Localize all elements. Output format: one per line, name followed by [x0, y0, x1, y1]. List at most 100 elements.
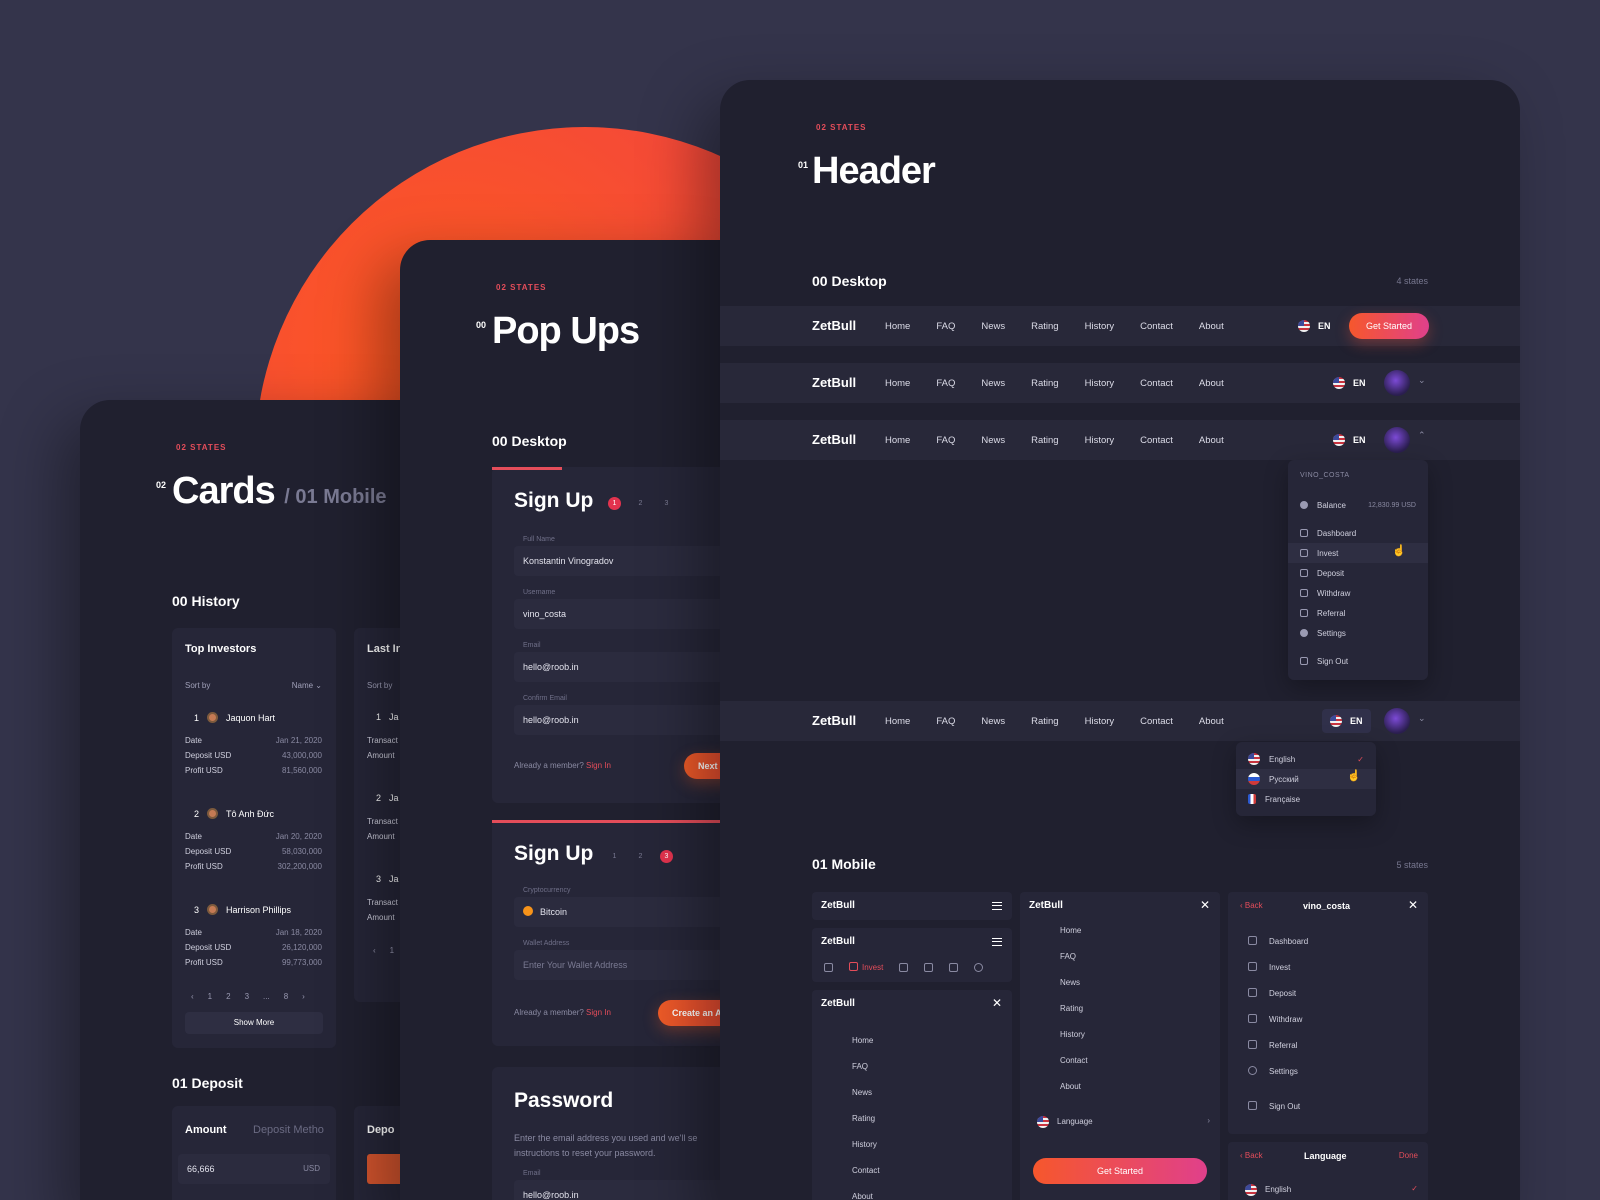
nav-link-history[interactable]: History: [1085, 321, 1115, 332]
nav-link-home[interactable]: Home: [885, 321, 910, 332]
menu-item-settings[interactable]: Settings: [1300, 623, 1416, 643]
pointer-cursor-icon: ☝: [1347, 770, 1361, 782]
gear-icon[interactable]: [974, 962, 984, 972]
nav-link-rating[interactable]: Rating: [1031, 321, 1058, 332]
email-field[interactable]: hello@roob.in: [514, 1180, 740, 1200]
nav-link-faq[interactable]: FAQ: [936, 321, 955, 332]
avatar: [207, 808, 219, 819]
popup-title: Sign Up: [514, 489, 594, 512]
chevron-down-icon: ⌄: [315, 681, 322, 690]
link-icon[interactable]: [949, 962, 959, 972]
get-started-button[interactable]: Get Started: [1349, 313, 1429, 339]
card-title: Top Investors: [185, 643, 257, 655]
chevron-down-icon[interactable]: ⌄: [1418, 375, 1426, 386]
hamburger-icon[interactable]: [992, 902, 1002, 910]
confirm-email-field[interactable]: hello@roob.in: [514, 705, 740, 735]
amount-field[interactable]: 66,666 USD: [178, 1154, 330, 1184]
states-label: 02 STATES: [176, 443, 227, 452]
briefcase-icon: [1300, 549, 1308, 557]
lang-option-french[interactable]: Française: [1248, 789, 1364, 809]
show-more-button[interactable]: Show More: [185, 1012, 323, 1034]
username-field[interactable]: vino_costa: [514, 599, 740, 629]
tab-amount[interactable]: Amount: [185, 1124, 227, 1136]
language-row[interactable]: Language ›: [1037, 1116, 1210, 1128]
dashboard-icon: [1248, 936, 1257, 945]
step-indicator: 1: [608, 497, 621, 510]
pointer-cursor-icon: ☝: [1392, 545, 1406, 557]
email-field[interactable]: hello@roob.in: [514, 652, 740, 682]
list-item: 1 Ja: [376, 712, 399, 722]
sign-out-icon: [1248, 1101, 1257, 1110]
header-panel: 02 STATES 01 Header 00 Desktop 4 states …: [720, 80, 1520, 1200]
briefcase-icon: [1248, 962, 1257, 971]
menu-item-withdraw[interactable]: Withdraw: [1300, 583, 1416, 603]
mobile-tab-row: Invest: [824, 962, 984, 972]
avatar[interactable]: [1384, 708, 1410, 734]
avatar[interactable]: [1384, 370, 1410, 396]
header-nav-lang-menu-open: ZetBull Home FAQ News Rating History Con…: [720, 701, 1520, 741]
tab-invest[interactable]: Invest: [849, 962, 883, 972]
tab-deposit-method[interactable]: Deposit Metho: [253, 1124, 324, 1136]
back-button[interactable]: ‹ Back: [1240, 901, 1263, 910]
dashboard-icon[interactable]: [824, 962, 833, 972]
done-button[interactable]: Done: [1399, 1151, 1418, 1160]
header-nav-user: ZetBull Home FAQ News Rating History Con…: [720, 363, 1520, 403]
states-label: 02 STATES: [496, 283, 547, 292]
progress-bar: [492, 467, 562, 470]
logo[interactable]: ZetBull: [812, 318, 856, 333]
cards-panel: 02 STATES 02 Cards / 01 Mobile 00 Histor…: [80, 400, 440, 1200]
lang-option-english[interactable]: English ✓: [1245, 1184, 1418, 1196]
get-started-button[interactable]: Get Started: [1033, 1158, 1207, 1184]
link-icon: [1300, 609, 1308, 617]
card-icon[interactable]: [899, 962, 909, 972]
desktop-heading: 00 Desktop: [812, 273, 887, 289]
states-count: 5 states: [1396, 860, 1428, 870]
language-switcher[interactable]: EN: [1333, 363, 1366, 403]
pagination[interactable]: ‹ 1: [373, 946, 394, 955]
balance-row: Balance 12,830.99 USD: [1300, 495, 1416, 515]
chevron-up-icon[interactable]: ⌃: [1418, 430, 1426, 441]
sort-label: Sort by: [185, 681, 211, 690]
pagination[interactable]: ‹ 1 2 3 ... 8 ›: [191, 992, 305, 1001]
lang-option-english[interactable]: English ✓: [1248, 749, 1364, 769]
wallet-address-input[interactable]: Enter Your Wallet Address: [514, 950, 740, 980]
menu-item-invest[interactable]: Invest: [1288, 543, 1428, 563]
nav-link-news[interactable]: News: [981, 321, 1005, 332]
menu-item-dashboard[interactable]: Dashboard: [1300, 523, 1416, 543]
deposit-heading: 01 Deposit: [172, 1075, 243, 1091]
language-switcher[interactable]: EN: [1322, 709, 1371, 733]
menu-item-deposit[interactable]: Deposit: [1300, 563, 1416, 583]
nav-link-about[interactable]: About: [1199, 321, 1224, 332]
ru-flag-icon: [1248, 773, 1260, 785]
investor-row: 2 Tô Anh Đức: [194, 808, 275, 819]
download-icon: [1300, 589, 1308, 597]
mobile-user-menu: ‹ Back vino_costa ✕ Dashboard Invest Dep…: [1228, 892, 1428, 1134]
sign-in-link[interactable]: Sign In: [586, 1008, 611, 1017]
close-icon[interactable]: ✕: [992, 996, 1002, 1010]
link-icon: [1248, 1040, 1257, 1049]
download-icon[interactable]: [924, 962, 934, 972]
cryptocurrency-select[interactable]: Bitcoin: [514, 897, 740, 927]
close-icon[interactable]: ✕: [1200, 898, 1210, 912]
signup-step1-popup: Sign Up 1 2 3 Full Name Konstantin Vinog…: [492, 467, 740, 803]
close-icon[interactable]: ✕: [1408, 898, 1418, 912]
back-button[interactable]: ‹ Back: [1240, 1151, 1263, 1160]
chevron-down-icon[interactable]: ⌄: [1418, 713, 1426, 724]
language-switcher[interactable]: EN: [1333, 420, 1366, 460]
hamburger-icon[interactable]: [992, 938, 1002, 946]
language-switcher[interactable]: EN: [1298, 306, 1331, 346]
fr-flag-icon: [1248, 794, 1256, 804]
sign-in-link[interactable]: Sign In: [586, 761, 611, 770]
nav-link-contact[interactable]: Contact: [1140, 321, 1173, 332]
avatar[interactable]: [1384, 427, 1410, 453]
check-icon: ✓: [1357, 754, 1364, 764]
desktop-heading: 00 Desktop: [492, 433, 567, 449]
us-flag-icon: [1245, 1184, 1257, 1196]
menu-item-sign-out[interactable]: Sign Out: [1300, 651, 1416, 671]
fullname-field[interactable]: Konstantin Vinogradov: [514, 546, 740, 576]
sort-dropdown[interactable]: Name ⌄: [292, 681, 322, 690]
menu-item-referral[interactable]: Referral: [1300, 603, 1416, 623]
user-menu-username: VINO_COSTA: [1300, 471, 1350, 479]
list-item: 3 Ja: [376, 874, 399, 884]
mobile-menu-open: ZetBull ✕ Home FAQ News Rating History C…: [812, 990, 1012, 1200]
